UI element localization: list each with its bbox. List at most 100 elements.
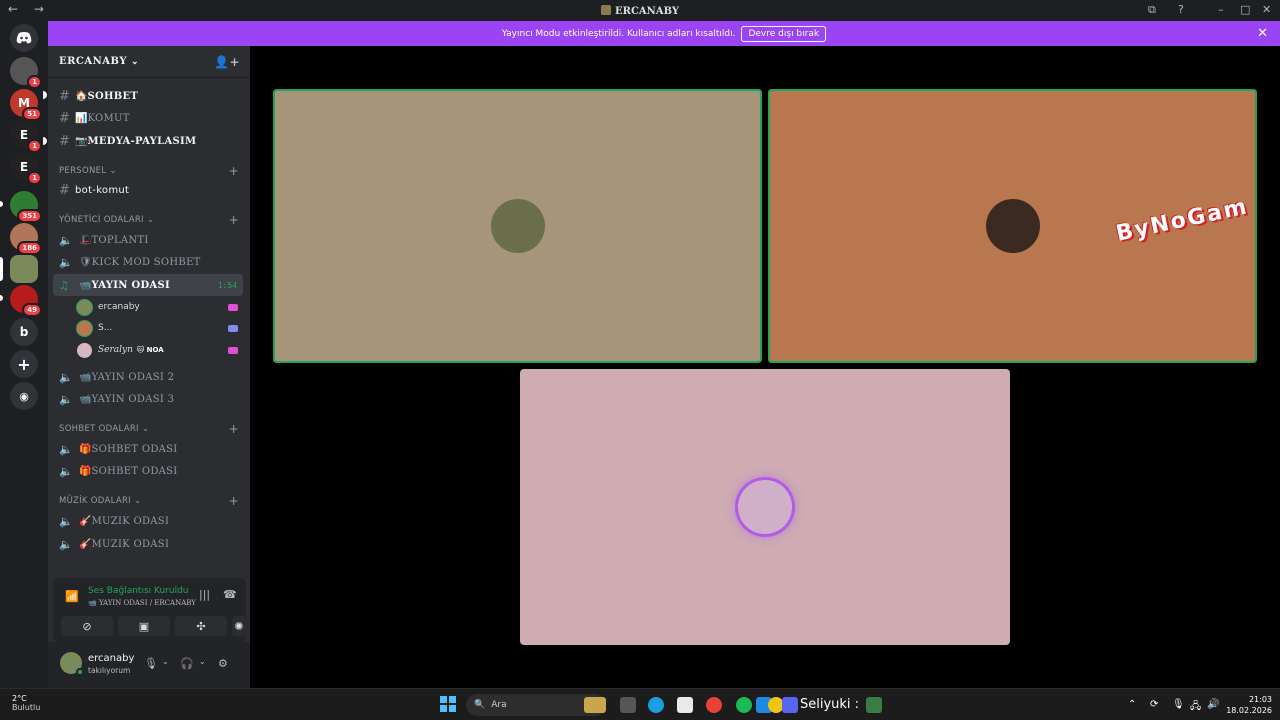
share-screen-button[interactable]: ▣ bbox=[118, 616, 170, 636]
minimize-button[interactable]: – bbox=[1218, 3, 1224, 16]
category-muzik[interactable]: MÜZİK ODALARI ⌄ + bbox=[59, 494, 239, 508]
discord-home-icon[interactable] bbox=[10, 24, 38, 52]
disconnect-icon[interactable]: ☎ bbox=[223, 588, 237, 601]
discord-logo-icon bbox=[16, 32, 32, 44]
server-header[interactable]: ERCANABY ⌄ 👤+ bbox=[48, 46, 250, 78]
voice-user[interactable]: S... bbox=[77, 318, 242, 338]
noise-suppression-icon[interactable]: ||| bbox=[199, 588, 210, 601]
server-icon[interactable]: 49 bbox=[10, 285, 42, 317]
avatar bbox=[77, 299, 92, 315]
server-icon[interactable]: E1 bbox=[10, 153, 42, 185]
task-view-icon[interactable] bbox=[620, 697, 636, 713]
chrome-icon[interactable] bbox=[706, 697, 722, 713]
server-icon[interactable]: 1 bbox=[10, 57, 42, 89]
unread-pip bbox=[0, 201, 3, 207]
category-label: SOHBET ODALARI bbox=[59, 424, 139, 434]
signal-icon[interactable]: 📶 bbox=[65, 590, 79, 603]
server-icon[interactable]: b bbox=[10, 318, 38, 346]
microphone-icon[interactable]: 🎙 bbox=[1172, 699, 1185, 710]
voice-user[interactable]: Seralyn 🐱 NOA bbox=[77, 340, 242, 360]
voice-channel-yayin-odasi[interactable]: ♫ 📹 YAYIN ODASI 1:54 bbox=[53, 274, 243, 296]
add-channel-icon[interactable]: + bbox=[229, 422, 239, 436]
edge-icon[interactable] bbox=[648, 697, 664, 713]
participant-avatar bbox=[985, 199, 1040, 253]
user-panel: ercanaby takılıyorum 🎙 ⌄ 🎧 ⌄ ⚙ bbox=[48, 642, 250, 688]
server-icon[interactable]: 186 bbox=[10, 223, 42, 255]
search-icon: 🔍 bbox=[474, 700, 486, 710]
chevron-down-icon[interactable]: ⌄ bbox=[162, 657, 169, 666]
voice-user[interactable]: ercanaby bbox=[77, 297, 242, 317]
settings-gear-icon[interactable]: ⚙ bbox=[218, 657, 228, 670]
close-window-button[interactable]: ✕ bbox=[1262, 3, 1271, 16]
discover-icon[interactable]: ◉ bbox=[10, 382, 38, 410]
server-icon[interactable]: E1 bbox=[10, 121, 42, 153]
voice-channel-muzik-odasi[interactable]: 🔈 🎸 MUZIK ODASI bbox=[53, 533, 243, 555]
maximize-button[interactable]: □ bbox=[1240, 3, 1250, 16]
voice-channel-kick-mod[interactable]: 🔈 🛡 KICK MOD SOHBET bbox=[53, 251, 243, 273]
app-icon[interactable] bbox=[866, 697, 882, 713]
close-icon[interactable]: ✕ bbox=[1257, 26, 1268, 41]
invite-people-icon[interactable]: 👤+ bbox=[214, 55, 240, 69]
add-channel-icon[interactable]: + bbox=[229, 494, 239, 508]
channel-medya-paylasim[interactable]: # 📷 MEDYA-PAYLASIM bbox=[53, 130, 243, 152]
temperature: 2°C bbox=[12, 694, 27, 703]
category-yonetici[interactable]: YÖNETİCİ ODALARI ⌄ + bbox=[59, 213, 239, 227]
channel-emoji: 🎁 bbox=[79, 465, 92, 477]
disable-streamer-mode-button[interactable]: Devre dışı bırak bbox=[741, 25, 827, 42]
now-playing-text: Seliyuki : bbox=[800, 697, 860, 712]
call-timer: 1:54 bbox=[217, 280, 237, 290]
network-icon[interactable]: 🖧 bbox=[1190, 699, 1201, 716]
add-channel-icon[interactable]: + bbox=[229, 164, 239, 178]
channel-komut[interactable]: # 📊 KOMUT bbox=[53, 107, 243, 129]
voice-status[interactable]: Ses Bağlantısı Kuruldu bbox=[88, 586, 188, 596]
username[interactable]: ercanaby bbox=[88, 653, 134, 664]
add-channel-icon[interactable]: + bbox=[229, 213, 239, 227]
category-sohbet[interactable]: SOHBET ODALARI ⌄ + bbox=[59, 422, 239, 436]
chevron-down-icon[interactable]: ⌄ bbox=[199, 657, 206, 666]
speaker-icon: 🔈 bbox=[59, 370, 73, 384]
participant-tile[interactable] bbox=[273, 89, 762, 363]
voice-channel-sohbet-odasi[interactable]: 🔈 🎁 SOHBET ODASI bbox=[53, 438, 243, 460]
participant-avatar bbox=[738, 480, 792, 534]
microphone-icon[interactable]: 🎙 bbox=[144, 657, 158, 670]
channel-sohbet[interactable]: # 🏠 SOHBET bbox=[53, 85, 243, 107]
server-icon[interactable]: M 51 bbox=[10, 89, 42, 121]
streaming-icon bbox=[228, 303, 238, 311]
server-initial: E bbox=[19, 128, 29, 142]
channel-bot-komut[interactable]: # bot-komut bbox=[53, 179, 243, 201]
weather-widget[interactable]: 2°C Bulutlu bbox=[12, 694, 40, 712]
windows-start-icon[interactable] bbox=[440, 696, 456, 712]
system-clock[interactable]: 21:03 18.02.2026 bbox=[1226, 694, 1272, 716]
soundboard-button[interactable]: ✺ bbox=[232, 616, 246, 636]
voice-location[interactable]: 📹 YAYIN ODASI / ERCANABY bbox=[88, 599, 196, 607]
voice-channel-muzik-odasi[interactable]: 🔈 🎸 MUZIK ODASI bbox=[53, 510, 243, 532]
discord-taskbar-icon[interactable] bbox=[782, 697, 798, 713]
category-personel[interactable]: PERSONEL ⌄ + bbox=[59, 164, 239, 178]
camera-off-icon: ⊘ bbox=[82, 619, 92, 633]
widget-icon[interactable] bbox=[584, 697, 606, 713]
plus-icon: + bbox=[17, 354, 31, 374]
screen-icon[interactable]: ⧉ bbox=[1148, 3, 1156, 17]
voice-channel-sohbet-odasi[interactable]: 🔈 🎁 SOHBET ODASI bbox=[53, 460, 243, 482]
chevron-up-icon[interactable]: ⌃ bbox=[1128, 699, 1136, 710]
participant-tile[interactable] bbox=[520, 369, 1010, 645]
volume-icon[interactable]: 🔊 bbox=[1207, 699, 1219, 710]
activities-icon: ✣ bbox=[196, 619, 206, 633]
spotify-icon[interactable] bbox=[736, 697, 752, 713]
server-name: ERCANABY bbox=[59, 56, 127, 67]
voice-channel-toplanti[interactable]: 🔈 🎩 TOPLANTI bbox=[53, 229, 243, 251]
server-list: 1 M 51 E1 E1 351 186 49 b + ◉ bbox=[0, 21, 48, 688]
server-icon[interactable]: 351 bbox=[10, 191, 42, 223]
mention-badge: 51 bbox=[22, 107, 42, 121]
camera-off-button[interactable]: ⊘ bbox=[61, 616, 113, 636]
voice-channel-yayin-odasi-3[interactable]: 🔈 📹 YAYIN ODASI 3 bbox=[53, 388, 243, 410]
activities-button[interactable]: ✣ bbox=[175, 616, 227, 636]
add-server-icon[interactable]: + bbox=[10, 350, 38, 378]
sync-icon[interactable]: ⟳ bbox=[1150, 699, 1158, 710]
headphones-icon[interactable]: 🎧 bbox=[180, 657, 194, 670]
unread-pip bbox=[0, 295, 3, 301]
store-icon[interactable] bbox=[677, 697, 693, 713]
server-icon-ercanaby[interactable] bbox=[10, 255, 38, 283]
help-icon[interactable]: ? bbox=[1178, 3, 1184, 16]
voice-channel-yayin-odasi-2[interactable]: 🔈 📹 YAYIN ODASI 2 bbox=[53, 366, 243, 388]
